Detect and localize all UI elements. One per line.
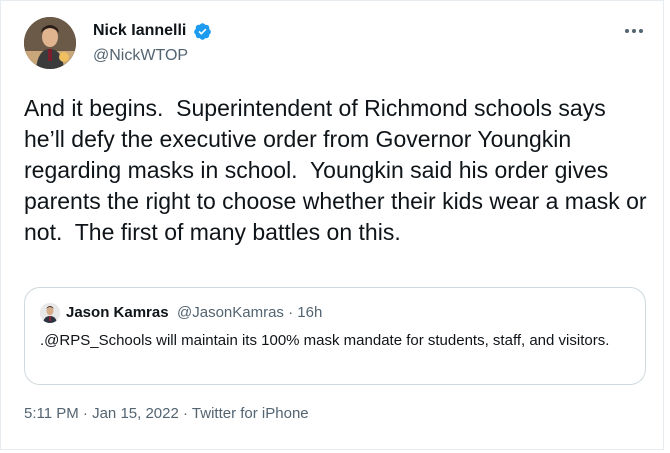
author-handle[interactable]: @NickWTOP (93, 47, 188, 65)
quote-author-avatar (40, 303, 60, 323)
tweet-text: And it begins. Superintendent of Richmon… (24, 95, 653, 245)
more-dot (639, 29, 643, 33)
tweet-date[interactable]: Jan 15, 2022 (92, 405, 179, 422)
verified-badge-icon (194, 23, 211, 40)
tweet-card: Nick Iannelli @NickWTOP And it begins. S… (0, 0, 664, 450)
tweet-timestamp: 5:11 PM · Jan 15, 2022 · Twitter for iPh… (24, 405, 309, 422)
more-dot (625, 29, 629, 33)
author-avatar[interactable] (24, 17, 76, 69)
quote-meta: @JasonKamras · 16h (177, 304, 323, 321)
more-options-icon[interactable] (623, 25, 645, 37)
meta-separator: · (78, 405, 93, 422)
tweet-source[interactable]: Twitter for iPhone (192, 405, 309, 422)
more-dot (632, 29, 636, 33)
quoted-tweet[interactable]: Jason Kamras @JasonKamras · 16h .@RPS_Sc… (24, 287, 646, 385)
quote-text: .@RPS_Schools will maintain its 100% mas… (40, 332, 610, 349)
meta-separator: · (178, 405, 192, 422)
author-name[interactable]: Nick Iannelli (93, 22, 186, 40)
tweet-time[interactable]: 5:11 PM (24, 405, 79, 422)
quote-author-name: Jason Kamras (66, 304, 169, 321)
